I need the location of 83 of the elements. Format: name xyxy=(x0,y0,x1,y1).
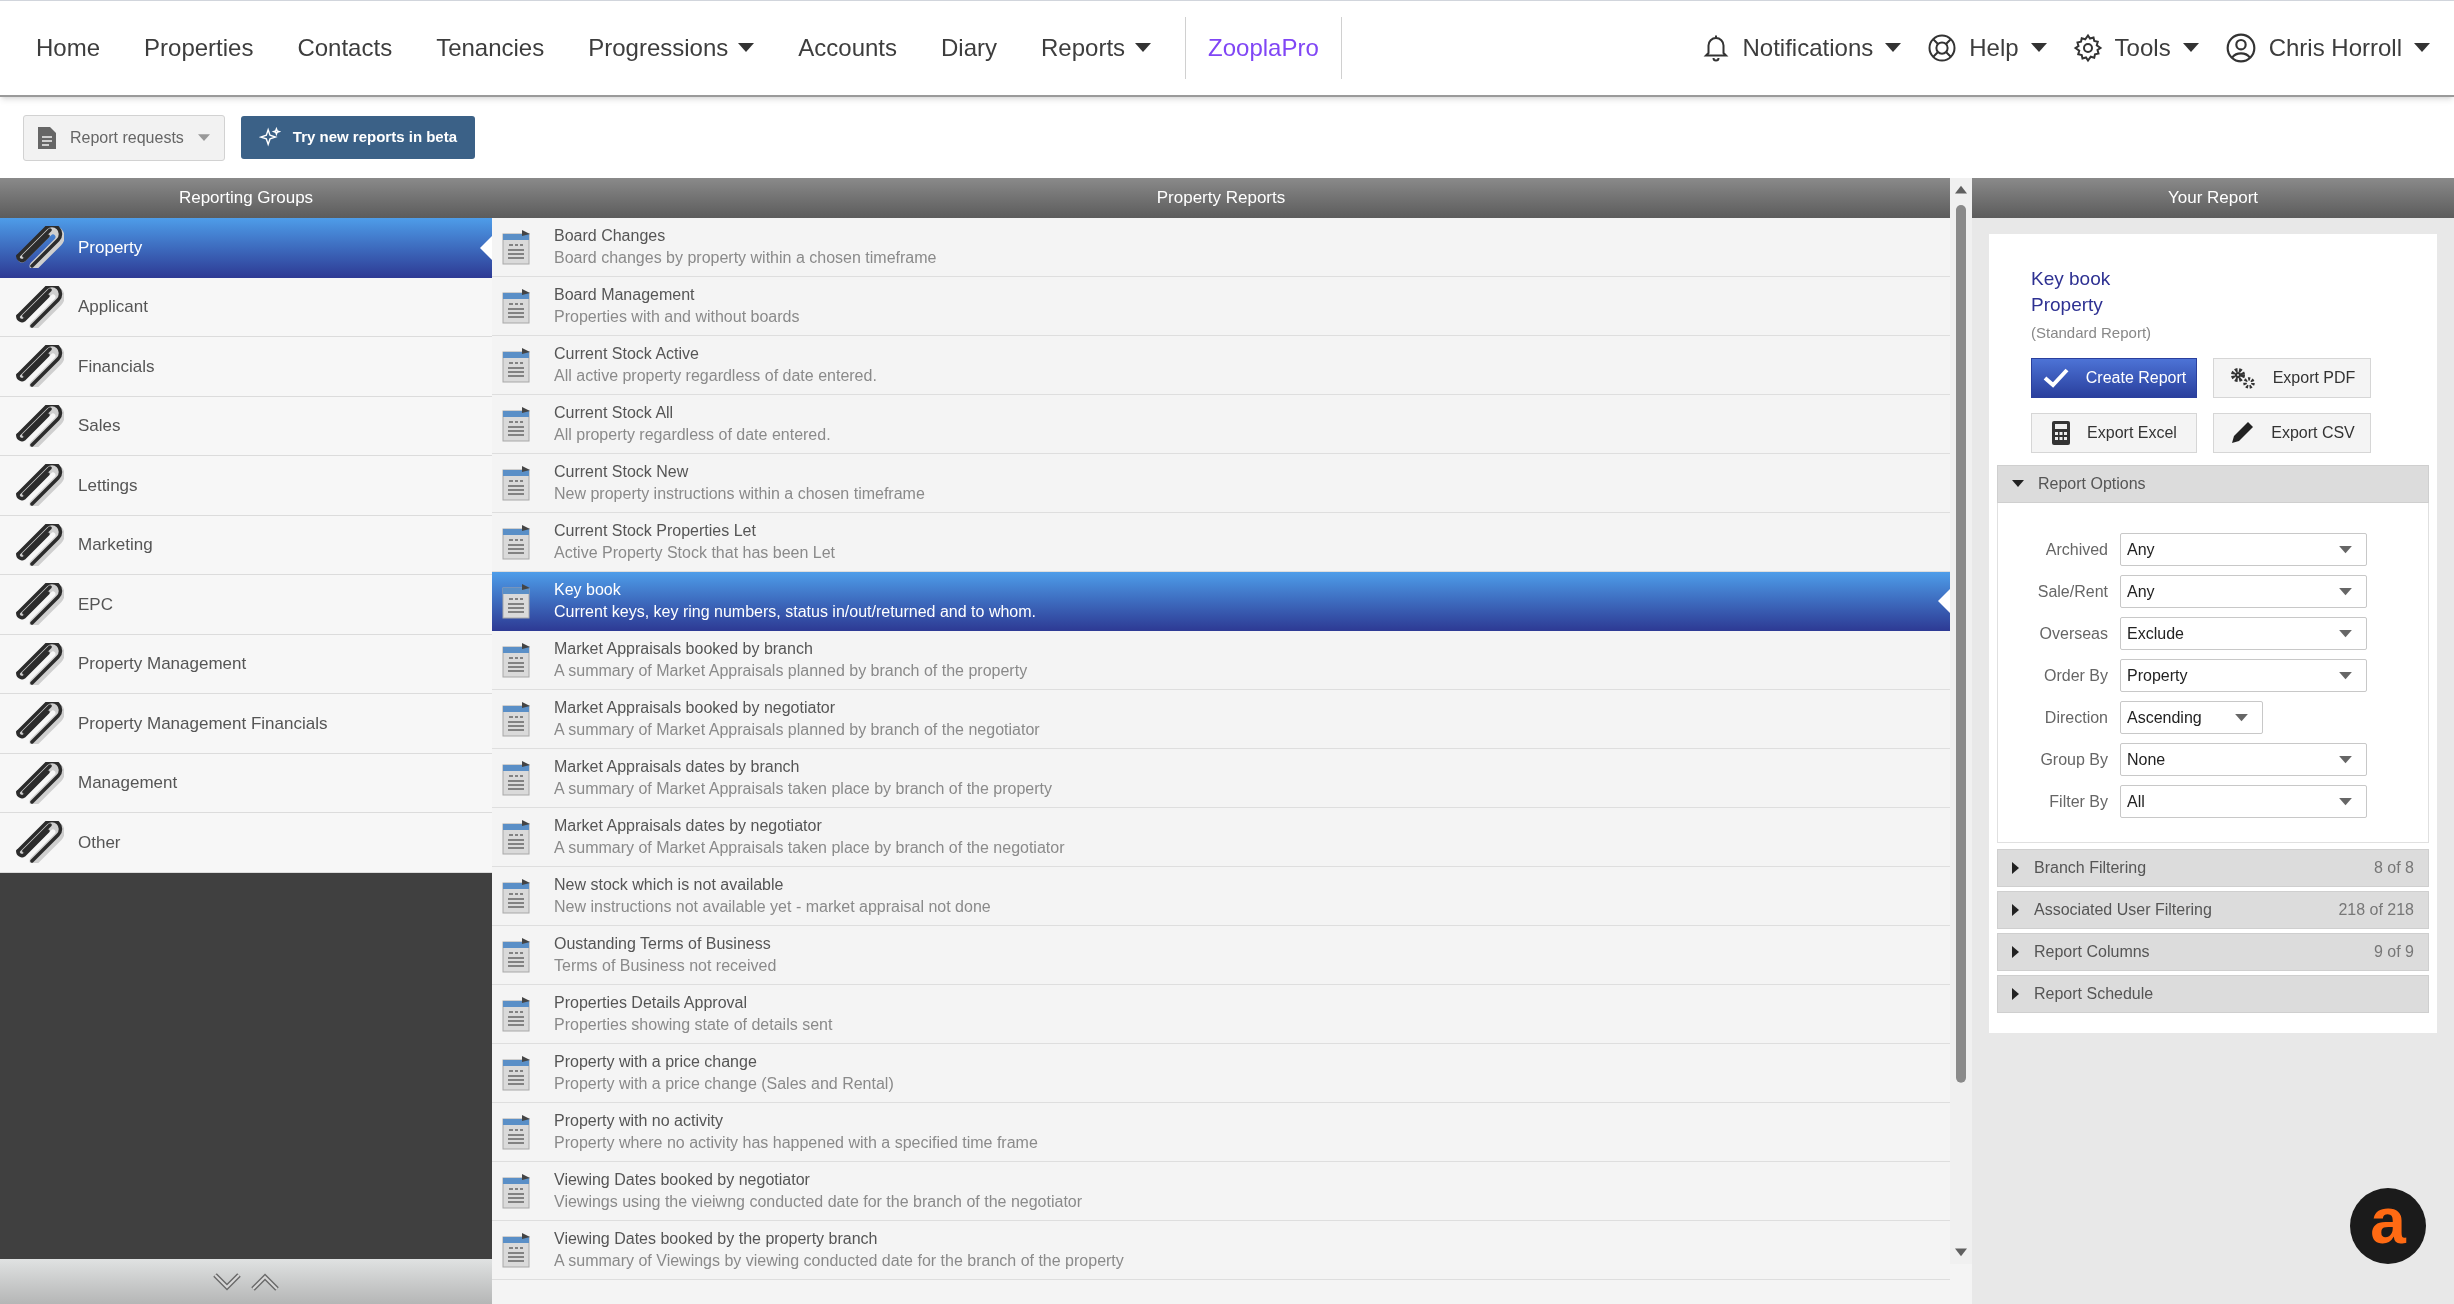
beta-reports-button[interactable]: Try new reports in beta xyxy=(240,116,476,159)
select-field[interactable]: Property xyxy=(2120,659,2367,692)
report-item[interactable]: Key book Current keys, key ring numbers, status in/out/returned and to whom. xyxy=(492,572,1950,631)
caret-icon xyxy=(2339,629,2352,638)
caret-right-icon xyxy=(2012,988,2020,1000)
report-requests-dropdown[interactable]: Report requests xyxy=(23,114,225,161)
check-icon xyxy=(2041,367,2070,389)
nav-link[interactable]: Tenancies xyxy=(420,30,561,66)
column-header: Reporting Groups xyxy=(0,178,492,218)
report-type: (Standard Report) xyxy=(2031,323,2152,343)
field-label: Order By xyxy=(2043,665,2108,686)
select-field[interactable]: Any xyxy=(2120,533,2367,566)
column-header: Your Report xyxy=(1972,178,2454,218)
nav-menu[interactable]: Chris Horroll xyxy=(2224,30,2430,66)
field-label: Direction xyxy=(2043,707,2108,728)
select-field[interactable]: None xyxy=(2120,743,2367,776)
chat-widget[interactable]: a xyxy=(2350,1188,2426,1264)
count-label: 8 of 8 xyxy=(2373,858,2414,878)
group-item[interactable]: Marketing xyxy=(0,515,492,575)
group-item[interactable]: Property xyxy=(0,218,492,278)
caret-icon xyxy=(2339,587,2352,596)
export-button[interactable]: Export CSV xyxy=(2213,413,2371,453)
caret-down-icon xyxy=(2012,480,2024,488)
accordion-header[interactable]: Associated User Filtering 218 of 218 xyxy=(1997,891,2429,929)
caret-right-icon xyxy=(2012,862,2020,874)
field-label: Sale/Rent xyxy=(2036,581,2108,602)
nav-link[interactable]: Diary xyxy=(925,30,1013,66)
user-icon xyxy=(2224,32,2257,64)
group-item[interactable]: EPC xyxy=(0,575,492,635)
group-item[interactable]: Sales xyxy=(0,396,492,456)
sparkle-icon xyxy=(258,126,281,149)
field-label: Filter By xyxy=(2048,791,2108,812)
count-label: 9 of 9 xyxy=(2373,942,2414,962)
caret-icon xyxy=(197,133,210,142)
accordion-header[interactable]: Report Columns 9 of 9 xyxy=(1997,933,2429,971)
caret-right-icon xyxy=(2012,904,2020,916)
accordion-header[interactable]: Branch Filtering 8 of 8 xyxy=(1997,849,2429,887)
caret-icon xyxy=(2339,797,2352,806)
brand-link[interactable]: ZooplaPro xyxy=(1208,30,1319,66)
lifebuoy-icon xyxy=(1927,33,1958,63)
field-label: Archived xyxy=(2044,539,2108,560)
nav-link[interactable]: Home xyxy=(20,30,117,66)
group-item[interactable]: Property Management xyxy=(0,634,492,694)
accordion-header[interactable]: Report Schedule xyxy=(1997,975,2429,1013)
accordion-header[interactable]: Report Options xyxy=(1997,465,2429,503)
field-label: Group By xyxy=(2039,749,2108,770)
caret-icon xyxy=(2339,755,2352,764)
nav-menu[interactable]: Help xyxy=(1927,30,2047,66)
report-group: Property xyxy=(2031,292,2103,318)
document-icon xyxy=(38,126,56,149)
column-header: Property Reports xyxy=(492,178,1950,218)
count-label: 218 of 218 xyxy=(2338,900,2414,920)
select-field[interactable]: Exclude xyxy=(2120,617,2367,650)
report-name: Key book xyxy=(2031,267,2111,291)
caret-icon xyxy=(2339,545,2352,554)
caret-icon xyxy=(2235,713,2248,722)
caret-icon xyxy=(2339,671,2352,680)
calculator-icon xyxy=(2051,420,2072,446)
nav-link[interactable]: Reports xyxy=(1025,30,1168,66)
group-item[interactable]: Management xyxy=(0,753,492,813)
group-item[interactable]: Applicant xyxy=(0,277,492,337)
nav-menu[interactable]: Notifications xyxy=(1700,30,1902,66)
caret-right-icon xyxy=(2012,946,2020,958)
nav-link[interactable]: Properties xyxy=(128,30,270,66)
group-item[interactable]: Property Management Financials xyxy=(0,694,492,754)
group-item[interactable]: Lettings xyxy=(0,456,492,516)
group-item[interactable]: Other xyxy=(0,813,492,873)
select-field[interactable]: Any xyxy=(2120,575,2367,608)
nav-link[interactable]: Accounts xyxy=(782,30,913,66)
gear-icon xyxy=(2072,33,2103,63)
select-field[interactable]: All xyxy=(2120,785,2367,818)
group-item[interactable]: Financials xyxy=(0,337,492,397)
field-label: Overseas xyxy=(2038,623,2108,644)
nav-link[interactable]: Contacts xyxy=(281,30,409,66)
create-report-button[interactable]: Create Report xyxy=(2031,358,2197,398)
pen-icon xyxy=(2229,420,2256,446)
export-button[interactable]: Export Excel xyxy=(2031,413,2197,453)
chevron-down-icon[interactable] xyxy=(212,1270,242,1293)
export-button[interactable]: Export PDF xyxy=(2213,358,2371,398)
nav-menu[interactable]: Tools xyxy=(2072,30,2199,66)
gears-icon xyxy=(2228,366,2257,390)
nav-link[interactable]: Progressions xyxy=(572,30,771,66)
select-field[interactable]: Ascending xyxy=(2120,701,2263,734)
